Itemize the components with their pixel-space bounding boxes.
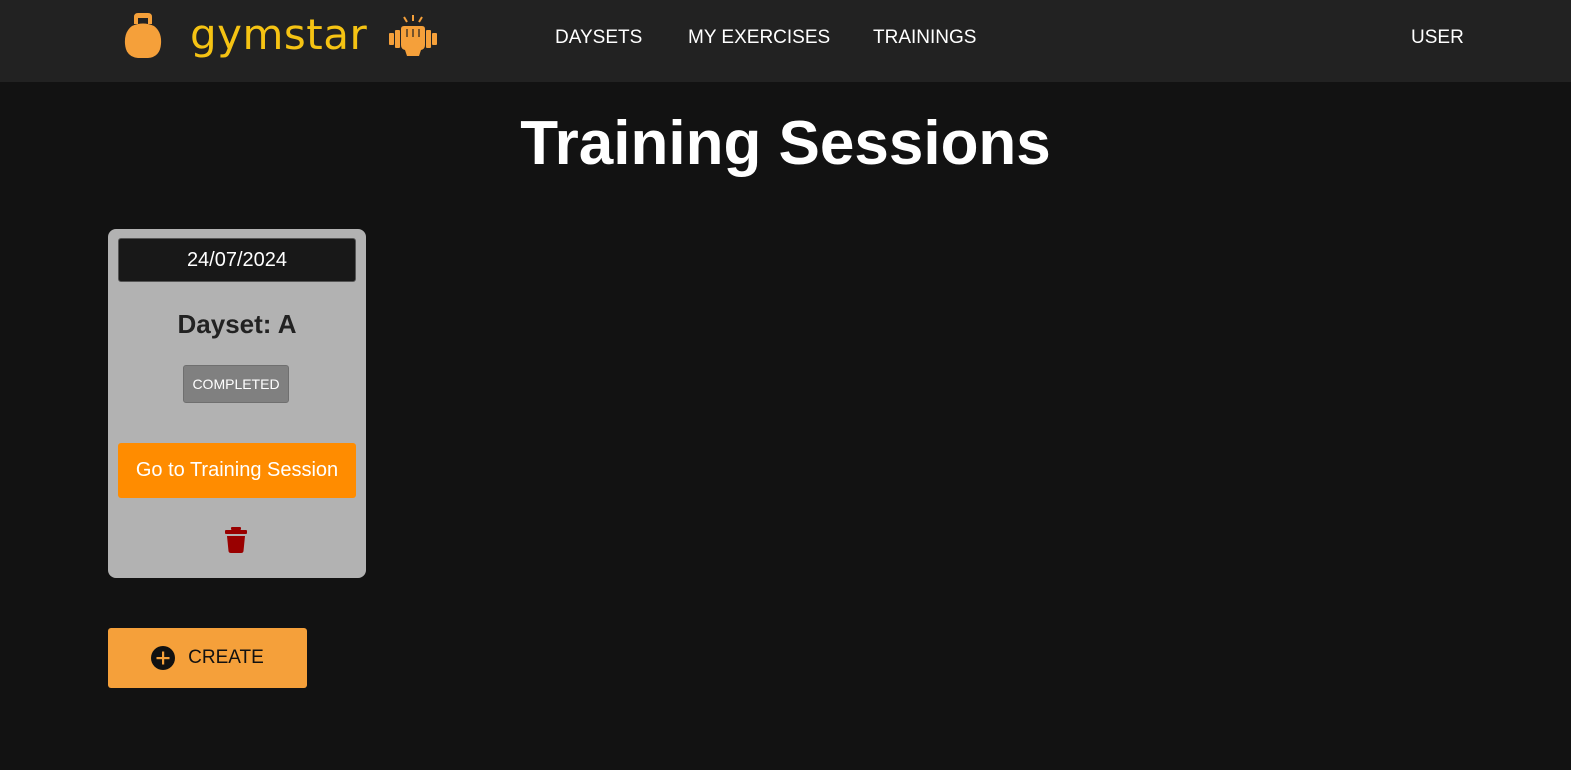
create-button[interactable]: CREATE (108, 628, 307, 688)
kettlebell-icon (124, 13, 162, 58)
status-badge: COMPLETED (183, 365, 289, 403)
trash-icon[interactable] (224, 527, 248, 553)
session-date: 24/07/2024 (118, 238, 356, 282)
nav-user[interactable]: USER (1411, 27, 1464, 49)
session-dayset: Dayset: A (177, 309, 297, 339)
nav-my-exercises[interactable]: MY EXERCISES (688, 27, 830, 49)
navbar: gymstar DAYSETS MY EXERCISES TRAININGS U… (0, 0, 1571, 82)
go-to-training-session-button[interactable]: Go to Training Session (118, 443, 356, 498)
logo[interactable]: gymstar (124, 13, 439, 59)
fist-weights-icon (389, 15, 438, 56)
page-title: Training Sessions (520, 109, 1051, 178)
training-session-card: 24/07/2024 Dayset: A COMPLETED Go to Tra… (108, 229, 366, 578)
create-label: CREATE (188, 647, 264, 668)
brand-name: gymstar (190, 10, 368, 59)
nav-trainings[interactable]: TRAININGS (873, 27, 976, 49)
nav-daysets[interactable]: DAYSETS (555, 27, 642, 49)
plus-circle-icon (151, 646, 176, 670)
